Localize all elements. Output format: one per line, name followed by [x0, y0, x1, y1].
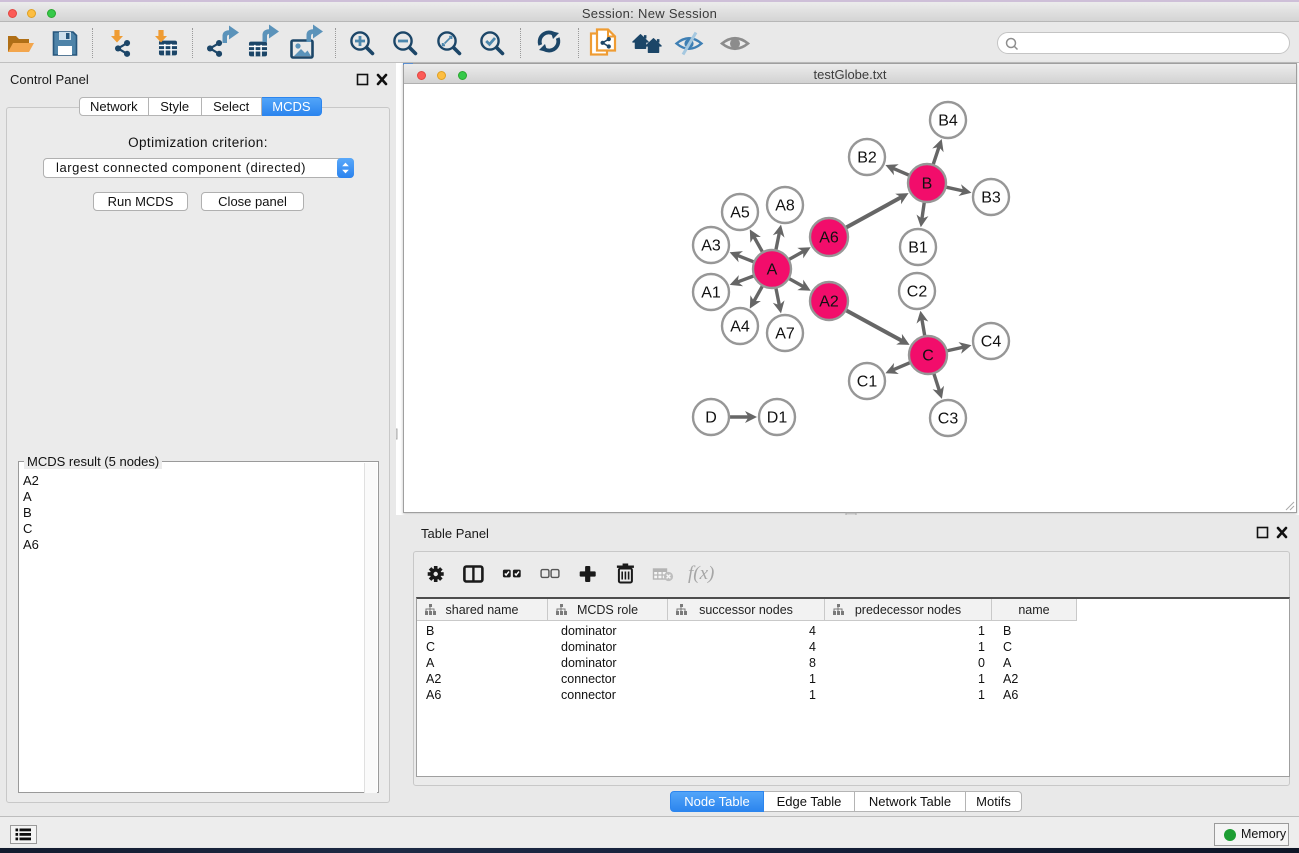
svg-text:A6: A6	[819, 230, 839, 247]
svg-text:C4: C4	[981, 334, 1002, 351]
svg-text:A7: A7	[775, 326, 795, 343]
svg-text:A: A	[767, 262, 778, 279]
svg-text:A2: A2	[819, 294, 839, 311]
svg-text:A1: A1	[701, 285, 721, 302]
svg-text:C2: C2	[907, 284, 928, 301]
svg-text:D: D	[705, 410, 717, 427]
svg-text:A3: A3	[701, 238, 721, 255]
svg-text:B3: B3	[981, 190, 1001, 207]
svg-text:A4: A4	[730, 319, 750, 336]
svg-text:C1: C1	[857, 374, 878, 391]
svg-text:B2: B2	[857, 150, 877, 167]
svg-text:B1: B1	[908, 240, 928, 257]
svg-text:D1: D1	[767, 410, 788, 427]
svg-text:C3: C3	[938, 411, 959, 428]
svg-text:B: B	[922, 176, 933, 193]
svg-text:B4: B4	[938, 113, 958, 130]
svg-text:A8: A8	[775, 198, 795, 215]
svg-text:C: C	[922, 348, 934, 365]
svg-text:A5: A5	[730, 205, 750, 222]
